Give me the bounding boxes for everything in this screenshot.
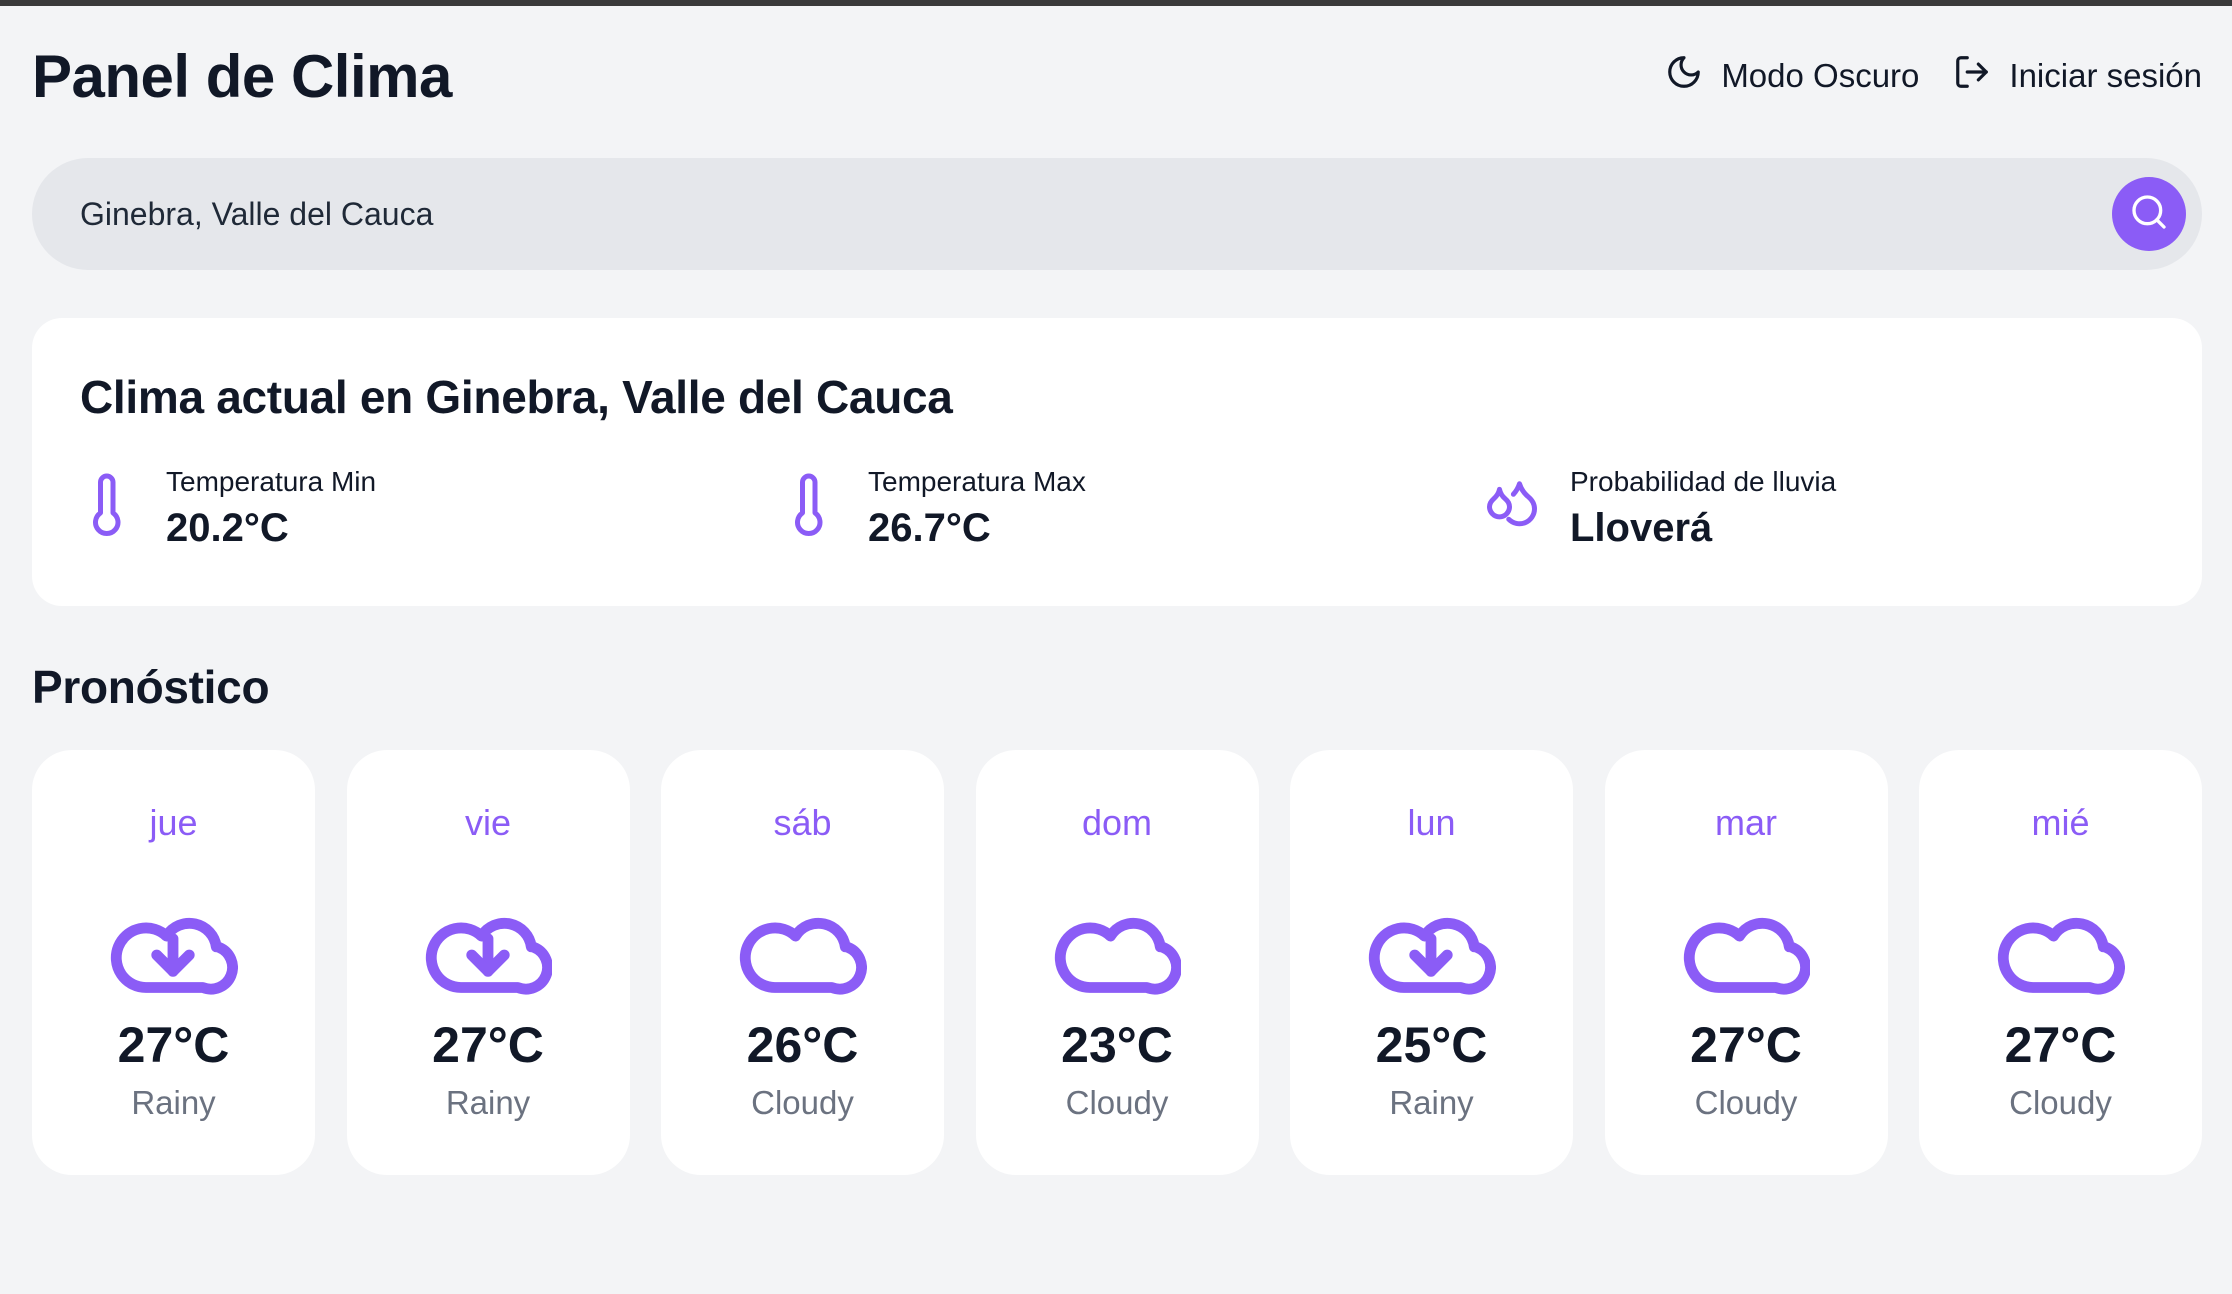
current-weather-title: Clima actual en Ginebra, Valle del Cauca [80, 371, 953, 423]
search-bar [32, 158, 2202, 270]
current-weather-card: Clima actual en Ginebra, Valle del Cauca… [32, 318, 2202, 606]
forecast-day-condition: Cloudy [1694, 1084, 1798, 1121]
forecast-day-temperature: 27°C [117, 1017, 230, 1073]
forecast-day-condition: Cloudy [751, 1084, 854, 1121]
forecast-day-name: sáb [773, 802, 832, 843]
forecast-day-card: mar 27°C Cloudy [1604, 750, 1888, 1175]
forecast-day-condition: Cloudy [1065, 1084, 1169, 1121]
dark-mode-label: Modo Oscuro [1721, 57, 1920, 94]
forecast-day-condition: Rainy [131, 1084, 216, 1121]
forecast-day-temperature: 27°C [2004, 1017, 2117, 1073]
forecast-day-card: jue 27°C Rainy [32, 750, 315, 1175]
dark-mode-button[interactable]: Modo Oscuro [1665, 53, 1919, 99]
forecast-day-name: lun [1407, 802, 1456, 843]
app-header: Panel de Clima Modo Oscuro Iniciar sesió… [32, 36, 2202, 116]
temperature-max-stat: Temperatura Max 26.7°C [780, 466, 1086, 551]
rain-probability-label: Probabilidad de lluvia [1570, 466, 1837, 497]
page-title: Panel de Clima [32, 42, 452, 110]
forecast-day-card: lun 25°C Rainy [1290, 750, 1573, 1175]
temperature-max-label: Temperatura Max [868, 466, 1086, 497]
cloud-icon [737, 890, 867, 1000]
forecast-day-name: jue [149, 802, 198, 843]
forecast-day-name: dom [1081, 802, 1153, 843]
forecast-day-temperature: 25°C [1375, 1017, 1488, 1073]
forecast-day-temperature: 27°C [432, 1017, 544, 1073]
window-top-edge [0, 0, 2232, 6]
cloud-icon [1995, 890, 2125, 1000]
cloud-download-icon [1366, 890, 1496, 1000]
forecast-day-condition: Rainy [1389, 1084, 1474, 1121]
cloud-icon [1052, 890, 1182, 1000]
thermometer-icon [780, 471, 840, 546]
temperature-min-label: Temperatura Min [166, 466, 377, 497]
forecast-list: jue 27°C Rainy vie 27°C Rainy sáb 26°C Cloudy… [32, 750, 2202, 1175]
thermometer-icon [78, 471, 138, 546]
search-icon [2129, 192, 2169, 237]
login-label: Iniciar sesión [2009, 57, 2202, 94]
forecast-day-condition: Cloudy [2009, 1084, 2112, 1121]
forecast-day-temperature: 23°C [1061, 1017, 1173, 1073]
forecast-day-name: mar [1715, 802, 1777, 843]
moon-icon [1665, 53, 1703, 99]
log-in-icon [1953, 53, 1991, 99]
forecast-day-condition: Rainy [445, 1084, 531, 1121]
rain-probability-stat: Probabilidad de lluvia Lloverá [1482, 466, 1836, 551]
login-button[interactable]: Iniciar sesión [1953, 53, 2202, 99]
forecast-day-name: mié [2031, 802, 2090, 843]
forecast-day-name: vie [464, 802, 512, 843]
rain-probability-value: Lloverá [1570, 506, 1713, 550]
temperature-min-value: 20.2°C [166, 506, 289, 550]
cloud-icon [1681, 890, 1811, 1000]
droplets-icon [1482, 471, 1542, 546]
temperature-max-value: 26.7°C [868, 506, 991, 550]
forecast-day-card: mié 27°C Cloudy [1919, 750, 2202, 1175]
temperature-min-stat: Temperatura Min 20.2°C [78, 466, 376, 551]
forecast-day-temperature: 27°C [1690, 1017, 1802, 1073]
cloud-download-icon [108, 890, 238, 1000]
header-actions: Modo Oscuro Iniciar sesión [1665, 53, 2202, 99]
forecast-day-card: sáb 26°C Cloudy [661, 750, 944, 1175]
forecast-day-temperature: 26°C [746, 1017, 859, 1073]
forecast-day-card: vie 27°C Rainy [346, 750, 630, 1175]
forecast-day-card: dom 23°C Cloudy [975, 750, 1259, 1175]
cloud-download-icon [423, 890, 553, 1000]
search-input[interactable] [80, 195, 2112, 233]
search-button[interactable] [2112, 177, 2186, 251]
forecast-title: Pronóstico [32, 661, 270, 713]
